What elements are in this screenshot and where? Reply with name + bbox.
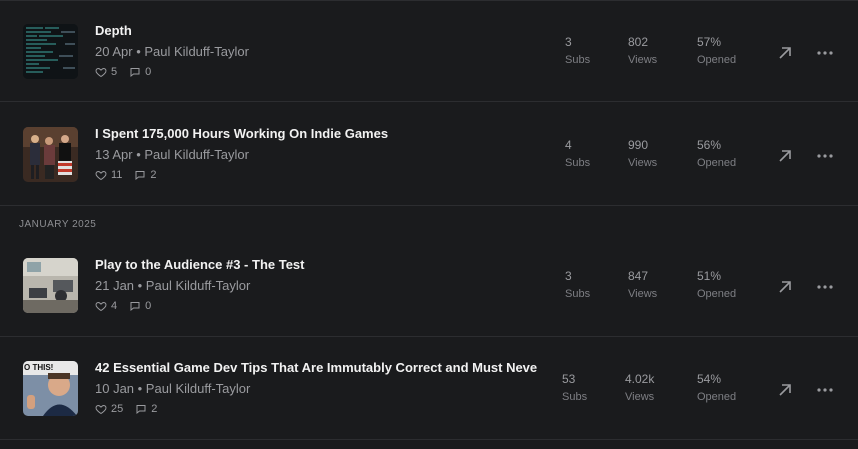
post-meta: 21 Jan • Paul Kilduff-Taylor (95, 278, 251, 293)
post-title[interactable]: I Spent 175,000 Hours Working On Indie G… (95, 126, 388, 141)
post-reactions: 5 0 (95, 66, 151, 78)
subs-value: 3 (565, 35, 572, 49)
views-stat: 847 Views (628, 269, 688, 300)
subs-label: Subs (565, 157, 591, 169)
subs-stat: 3 Subs (565, 269, 625, 300)
post-title[interactable]: Depth (95, 23, 132, 38)
subs-value: 53 (562, 372, 576, 386)
like-count: 11 (111, 169, 123, 181)
post-thumbnail[interactable] (23, 127, 78, 182)
more-options-icon[interactable] (815, 147, 835, 165)
comment-count: 2 (151, 403, 158, 415)
views-label: Views (628, 54, 658, 66)
open-external-icon[interactable] (776, 147, 794, 165)
subs-stat: 3 Subs (565, 35, 625, 66)
comment-count: 2 (150, 169, 157, 181)
subs-value: 4 (565, 138, 572, 152)
opened-value: 57% (697, 35, 722, 49)
comment-icon (135, 171, 145, 181)
views-value: 802 (628, 35, 649, 49)
heart-icon (95, 170, 107, 181)
views-label: Views (628, 157, 658, 169)
subs-stat: 53 Subs (562, 372, 622, 403)
section-heading: JANUARY 2025 (19, 219, 97, 230)
like-count: 5 (111, 66, 118, 78)
post-reactions: 11 2 (95, 169, 157, 181)
subs-value: 3 (565, 269, 572, 283)
post-reactions: 25 2 (95, 403, 157, 415)
subs-label: Subs (562, 391, 588, 403)
post-reactions: 4 0 (95, 300, 151, 312)
views-stat: 4.02k Views (625, 372, 685, 403)
subs-label: Subs (565, 288, 591, 300)
opened-label: Opened (697, 157, 737, 169)
heart-icon (95, 301, 107, 312)
more-options-icon[interactable] (815, 44, 835, 62)
post-thumbnail[interactable] (23, 24, 78, 79)
post-row[interactable]: I Spent 175,000 Hours Working On Indie G… (0, 104, 858, 206)
heart-icon (95, 404, 107, 415)
opened-label: Opened (697, 288, 737, 300)
opened-value: 56% (697, 138, 722, 152)
opened-stat: 56% Opened (697, 138, 757, 169)
like-count: 25 (111, 403, 124, 415)
opened-stat: 57% Opened (697, 35, 757, 66)
post-meta: 20 Apr • Paul Kilduff-Taylor (95, 44, 249, 59)
thumbnail-caption: O THIS! (24, 363, 54, 372)
comment-icon (136, 405, 146, 415)
opened-stat: 54% Opened (697, 372, 757, 403)
post-thumbnail[interactable]: O THIS! (23, 361, 78, 416)
comment-icon (130, 68, 140, 78)
opened-value: 51% (697, 269, 722, 283)
post-meta: 10 Jan • Paul Kilduff-Taylor (95, 381, 251, 396)
post-meta: 13 Apr • Paul Kilduff-Taylor (95, 147, 249, 162)
views-label: Views (625, 391, 655, 403)
post-thumbnail[interactable] (23, 258, 78, 313)
heart-icon (95, 67, 107, 78)
post-row[interactable]: Depth 20 Apr • Paul Kilduff-Taylor 5 0 3… (0, 0, 858, 102)
views-value: 4.02k (625, 372, 655, 386)
open-external-icon[interactable] (776, 44, 794, 62)
views-label: Views (628, 288, 658, 300)
post-title[interactable]: Play to the Audience #3 - The Test (95, 257, 305, 272)
more-options-icon[interactable] (815, 278, 835, 296)
post-title[interactable]: 42 Essential Game Dev Tips That Are Immu… (95, 360, 537, 375)
post-row[interactable]: O THIS! 42 Essential Game Dev Tips That … (0, 338, 858, 440)
comment-count: 0 (145, 66, 152, 78)
opened-label: Opened (697, 54, 737, 66)
opened-value: 54% (697, 372, 722, 386)
like-count: 4 (111, 300, 118, 312)
views-stat: 802 Views (628, 35, 688, 66)
opened-label: Opened (697, 391, 737, 403)
open-external-icon[interactable] (776, 381, 794, 399)
views-value: 990 (628, 138, 649, 152)
comment-icon (130, 302, 140, 312)
post-list: Depth 20 Apr • Paul Kilduff-Taylor 5 0 3… (0, 0, 858, 449)
subs-stat: 4 Subs (565, 138, 625, 169)
open-external-icon[interactable] (776, 278, 794, 296)
more-options-icon[interactable] (815, 381, 835, 399)
post-row[interactable]: Play to the Audience #3 - The Test 21 Ja… (0, 235, 858, 337)
comment-count: 0 (145, 300, 152, 312)
opened-stat: 51% Opened (697, 269, 757, 300)
subs-label: Subs (565, 54, 591, 66)
views-value: 847 (628, 269, 649, 283)
views-stat: 990 Views (628, 138, 688, 169)
